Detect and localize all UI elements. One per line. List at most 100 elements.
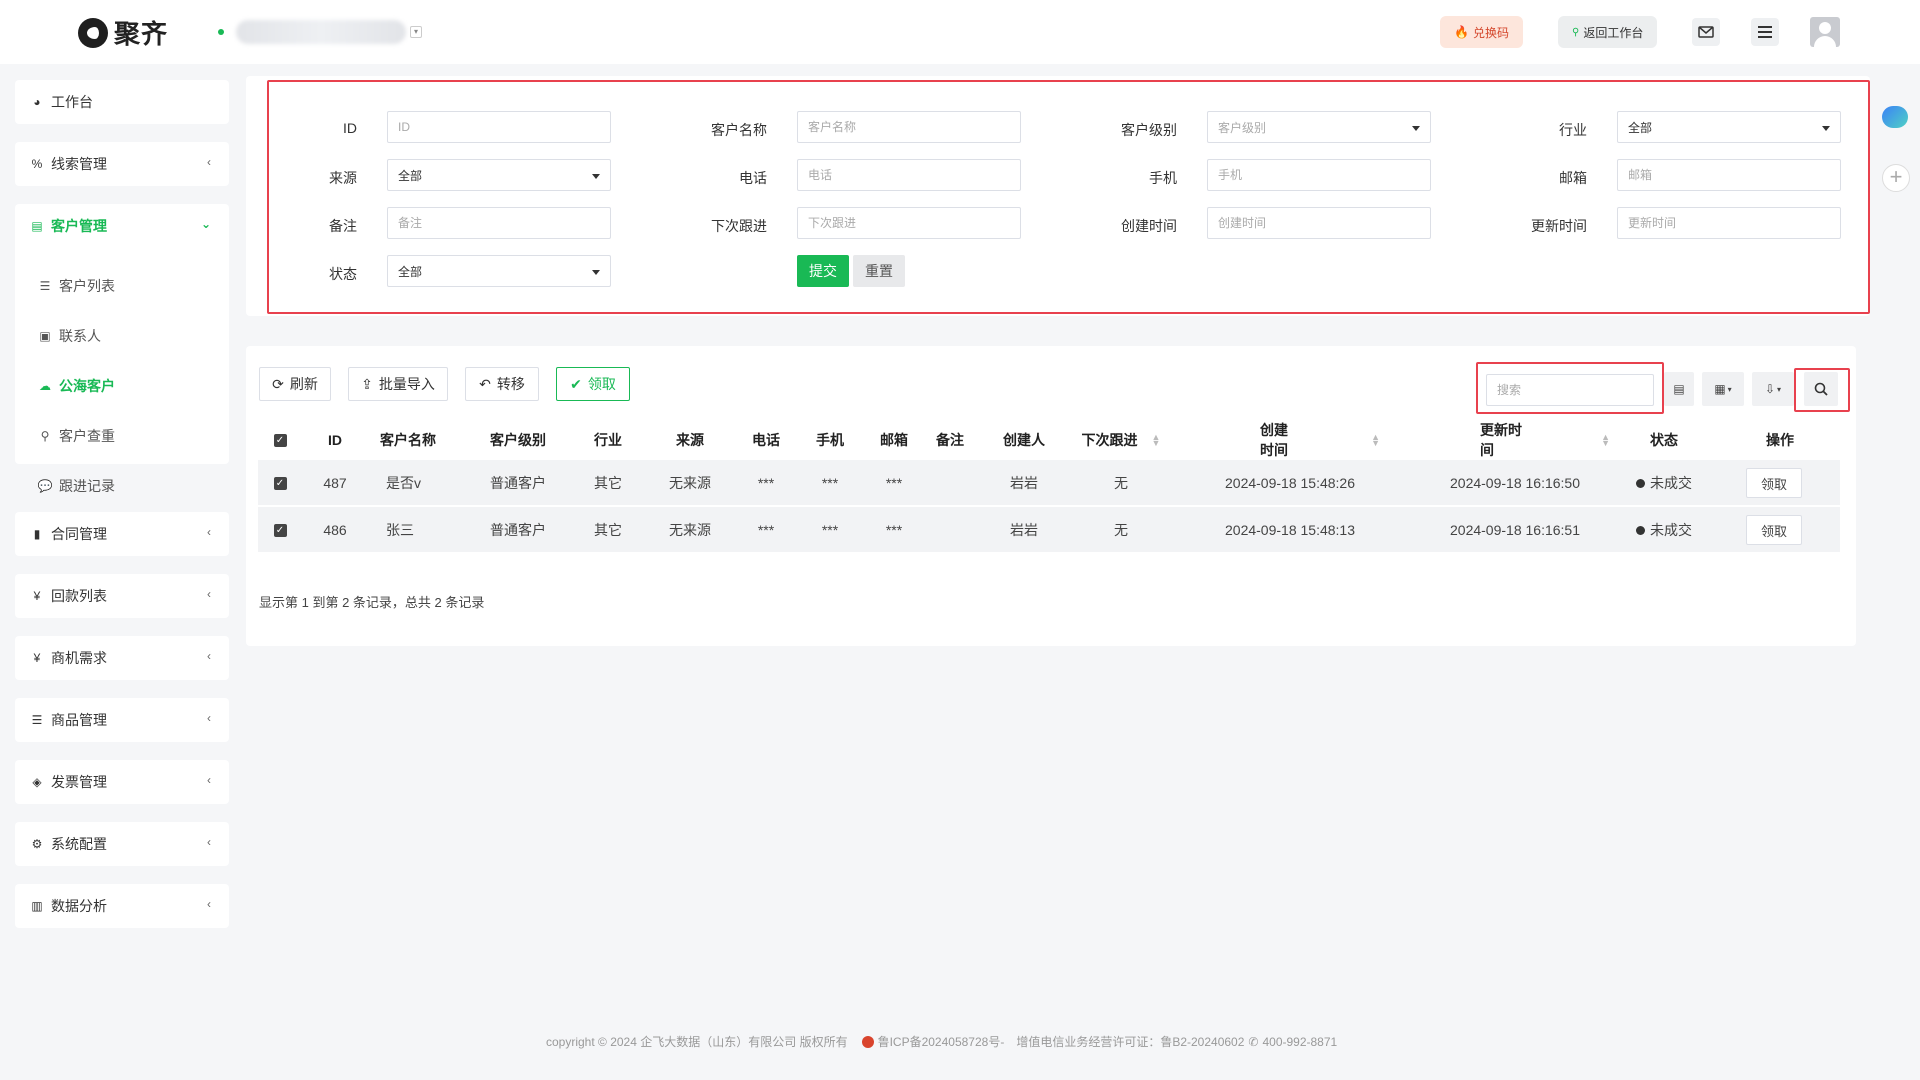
sidebar-item-workbench[interactable]: ◕ 工作台 (15, 80, 229, 124)
footer-license: 增值电信业务经营许可证：鲁B2-20240602 (1016, 1035, 1245, 1049)
remark-input[interactable] (387, 207, 611, 239)
footer-icp[interactable]: 鲁ICP备2024058728号- (878, 1033, 1005, 1050)
sidebar-item-opportunities[interactable]: ¥ 商机需求 ‹ (15, 636, 229, 680)
customer-card-icon: ▤ (31, 219, 43, 233)
sidebar-item-invoices[interactable]: ◈ 发票管理 ‹ (15, 760, 229, 804)
customer-level-select[interactable]: 客户级别 (1207, 111, 1431, 143)
sidebar-item-contracts[interactable]: ▮ 合同管理 ‹ (15, 512, 229, 556)
id-input[interactable] (387, 111, 611, 143)
submenu-item-follow-records[interactable]: 💬 跟进记录 (37, 474, 115, 498)
submit-button[interactable]: 提交 (797, 255, 849, 287)
header-phone[interactable]: 电话 (740, 424, 792, 456)
chevron-left-icon: ‹ (207, 587, 211, 601)
sidebar-item-settings[interactable]: ⚙ 系统配置 ‹ (15, 822, 229, 866)
claim-button[interactable]: ✔ 领取 (556, 367, 630, 401)
bar-chart-icon: ▥ (31, 899, 43, 913)
select-all-checkbox[interactable]: ✓ (270, 424, 290, 456)
header-industry[interactable]: 行业 (580, 424, 636, 456)
transfer-button[interactable]: ↶ 转移 (465, 367, 539, 401)
row-claim-button[interactable]: 领取 (1746, 468, 1802, 498)
sidebar-item-analytics[interactable]: ▥ 数据分析 ‹ (15, 884, 229, 928)
cell-customer-name[interactable]: 是否v (368, 460, 448, 506)
top-header: 聚齐 ▾ 🔥 兑换码 ⚲ 返回工作台 (0, 0, 1920, 64)
cell-source: 无来源 (669, 522, 711, 538)
toggle-view-icon[interactable]: ▤ (1664, 372, 1694, 406)
row-claim-button[interactable]: 领取 (1746, 515, 1802, 545)
batch-import-button[interactable]: ⇪ 批量导入 (348, 367, 448, 401)
sidebar-item-customers[interactable]: ▤ 客户管理 ⌄ (15, 204, 229, 248)
email-input[interactable] (1617, 159, 1841, 191)
table-search-input[interactable] (1486, 374, 1654, 406)
reset-button[interactable]: 重置 (853, 255, 905, 287)
remark-label: 备注 (329, 218, 357, 234)
status-select[interactable]: 全部 (387, 255, 611, 287)
submenu-item-duplicate-check[interactable]: ⚲ 客户查重 (37, 424, 115, 448)
updated-time-input[interactable] (1617, 207, 1841, 239)
header-status[interactable]: 状态 (1634, 424, 1694, 456)
claim-label: 领取 (587, 376, 616, 392)
submenu-item-contacts[interactable]: ▣ 联系人 (37, 324, 101, 348)
mail-icon[interactable] (1692, 18, 1720, 46)
next-follow-input[interactable] (797, 207, 1021, 239)
industry-select[interactable]: 全部 (1617, 111, 1841, 143)
sort-icon: ▲ ▼ (1151, 432, 1161, 448)
clue-icon: % (31, 157, 43, 171)
header-source[interactable]: 来源 (660, 424, 720, 456)
chevron-left-icon: ‹ (207, 525, 211, 539)
menu-icon[interactable] (1751, 18, 1779, 46)
sidebar-item-payments[interactable]: ¥ 回款列表 ‹ (15, 574, 229, 618)
cell-customer-level: 普通客户 (490, 475, 546, 491)
company-selector[interactable] (236, 20, 406, 44)
chat-assistant-icon[interactable] (1882, 106, 1908, 128)
source-select[interactable]: 全部 (387, 159, 611, 191)
table-row[interactable]: ✓ 486 张三 普通客户 其它 无来源 *** *** *** 岩岩 无 20… (258, 507, 1840, 553)
header-mobile[interactable]: 手机 (804, 424, 856, 456)
row-checkbox[interactable]: ✓ (270, 507, 290, 553)
reply-icon: ↶ (479, 375, 491, 392)
customer-name-input[interactable] (797, 111, 1021, 143)
created-time-input[interactable] (1207, 207, 1431, 239)
sidebar-item-products[interactable]: ☰ 商品管理 ‹ (15, 698, 229, 742)
header-email[interactable]: 邮箱 (868, 424, 920, 456)
redeem-code-button[interactable]: 🔥 兑换码 (1440, 16, 1523, 48)
status-dot-icon (1636, 525, 1645, 535)
chevron-left-icon: ‹ (207, 711, 211, 725)
back-to-workbench-button[interactable]: ⚲ 返回工作台 (1558, 16, 1658, 48)
tag-icon: ◈ (32, 775, 42, 789)
mobile-input[interactable] (1207, 159, 1431, 191)
back-label: 返回工作台 (1583, 25, 1644, 40)
header-creator[interactable]: 创建人 (992, 424, 1056, 456)
columns-icon[interactable]: ▦ ▾ (1702, 372, 1744, 406)
header-next-follow[interactable]: 下次跟进 ▲ ▼ (1076, 424, 1166, 456)
refresh-button[interactable]: ⟳ 刷新 (259, 367, 331, 401)
header-remark[interactable]: 备注 (924, 424, 976, 456)
cell-next-follow: 无 (1114, 522, 1128, 538)
batch-import-label: 批量导入 (378, 376, 435, 392)
submenu-item-public-customers[interactable]: ☁ 公海客户 (37, 374, 115, 398)
sidebar-item-label: 发票管理 (51, 774, 107, 790)
plus-icon[interactable]: + (1882, 164, 1910, 192)
customer-level-label: 客户级别 (1121, 122, 1177, 138)
table-row[interactable]: ✓ 487 是否v 普通客户 其它 无来源 *** *** *** 岩岩 无 2… (258, 460, 1840, 506)
header-customer-level[interactable]: 客户级别 (478, 424, 558, 456)
header-id[interactable]: ID (310, 424, 360, 456)
search-toggle-icon[interactable] (1804, 372, 1838, 406)
page-footer: copyright © 2024 企飞大数据（山东）有限公司 版权所有 鲁ICP… (546, 1033, 1337, 1050)
sidebar-item-clues[interactable]: % 线索管理 ‹ (15, 142, 229, 186)
gears-icon: ⚙ (31, 837, 43, 851)
header-updated-label: 更新时间 (1480, 422, 1522, 458)
row-checkbox[interactable]: ✓ (270, 460, 290, 506)
user-avatar[interactable] (1810, 17, 1840, 47)
police-badge-icon (861, 1035, 874, 1048)
header-updated-time[interactable]: 更新时间 ▲ ▼ (1420, 422, 1610, 458)
chevron-down-icon[interactable]: ▾ (410, 26, 422, 38)
header-created-time[interactable]: 创建时间 ▲ ▼ (1200, 422, 1380, 458)
header-customer-name[interactable]: 客户名称 (368, 424, 448, 456)
created-time-label: 创建时间 (1121, 218, 1177, 234)
cell-remark (924, 507, 976, 553)
export-icon[interactable]: ⇩ ▾ (1752, 372, 1794, 406)
cell-customer-name[interactable]: 张三 (368, 507, 448, 553)
submenu-item-customer-list[interactable]: ☰ 客户列表 (37, 274, 115, 298)
phone-input[interactable] (797, 159, 1021, 191)
brand-logo[interactable]: 聚齐 (78, 14, 168, 51)
